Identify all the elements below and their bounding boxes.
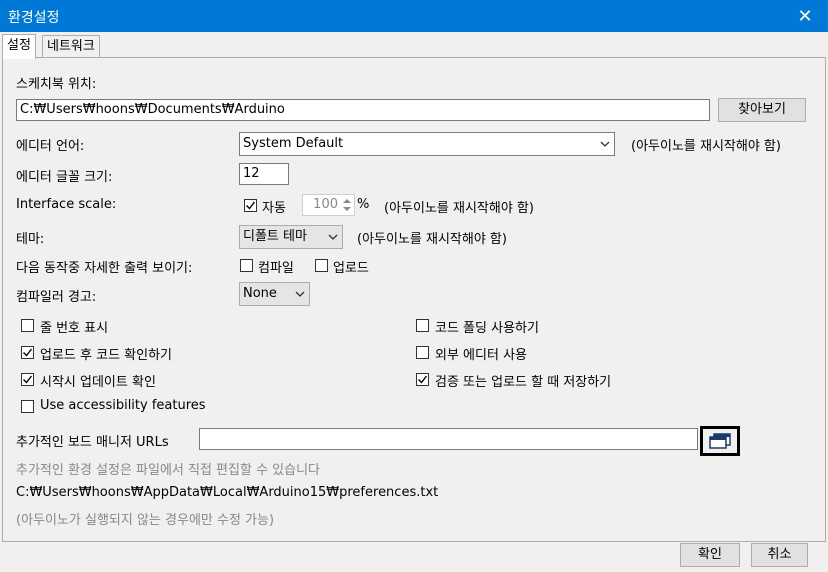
checkmark-icon: [246, 201, 256, 210]
line-numbers-label: 줄 번호 표시: [40, 321, 109, 336]
close-icon: ✕: [797, 5, 813, 27]
external-editor-checkbox[interactable]: [416, 346, 429, 359]
editor-language-note: (아두이노를 재시작해야 함): [631, 139, 781, 154]
save-on-verify-label: 검증 또는 업로드 할 때 저장하기: [435, 375, 612, 390]
line-numbers-checkbox[interactable]: [21, 319, 34, 332]
check-updates-label: 시작시 업데이트 확인: [40, 375, 156, 390]
accessibility-label: Use accessibility features: [40, 398, 206, 413]
chevron-down-icon: [328, 234, 338, 240]
compiler-warnings-label: 컴파일러 경고:: [16, 290, 97, 305]
scale-spinner[interactable]: 100: [302, 194, 355, 216]
verify-after-upload-checkbox[interactable]: [21, 346, 34, 359]
code-folding-label: 코드 폴딩 사용하기: [435, 321, 539, 336]
check-updates-checkbox[interactable]: [21, 373, 34, 386]
editor-language-label: 에디터 언어:: [16, 139, 85, 154]
board-urls-input[interactable]: [199, 428, 698, 450]
verbose-compile-checkbox[interactable]: [240, 259, 253, 272]
edit-note: (아두이노가 실행되지 않는 경우에만 수정 가능): [16, 513, 275, 528]
spin-arrows-icon: [343, 199, 351, 211]
browse-button[interactable]: 찾아보기: [718, 98, 806, 122]
interface-scale-note: (아두이노를 재시작해야 함): [384, 201, 534, 216]
interface-scale-label: Interface scale:: [16, 197, 117, 212]
chevron-down-icon: [600, 141, 610, 147]
verbose-compile-label: 컴파일: [258, 261, 294, 276]
cancel-button[interactable]: 취소: [751, 543, 808, 567]
sketchbook-path-input[interactable]: C:₩Users₩hoons₩Documents₩Arduino: [16, 99, 710, 121]
board-urls-label: 추가적인 보드 매니저 URLs: [16, 435, 169, 450]
external-editor-label: 외부 에디터 사용: [435, 348, 527, 363]
tab-settings[interactable]: 설정: [2, 34, 36, 59]
scale-value: 100: [313, 197, 338, 212]
theme-note: (아두이노를 재시작해야 함): [357, 232, 507, 247]
editor-language-select[interactable]: System Default: [239, 132, 615, 156]
tab-network[interactable]: 네트워크: [42, 35, 100, 58]
code-folding-checkbox[interactable]: [416, 319, 429, 332]
scale-unit: %: [357, 197, 370, 212]
ok-button[interactable]: 확인: [680, 543, 740, 567]
prefs-file-path[interactable]: C:₩Users₩hoons₩AppData₩Local₩Arduino15₩p…: [16, 485, 438, 500]
theme-select[interactable]: 디폴트 테마: [239, 225, 343, 249]
compiler-warnings-select[interactable]: None: [239, 282, 310, 306]
font-size-input[interactable]: 12: [239, 163, 289, 185]
font-size-label: 에디터 글꼴 크기:: [16, 170, 113, 185]
checkmark-icon: [23, 348, 33, 357]
auto-scale-label: 자동: [262, 201, 286, 216]
verbose-upload-checkbox[interactable]: [315, 259, 328, 272]
checkmark-icon: [23, 375, 33, 384]
title-bar: 환경설정 ✕: [0, 0, 828, 32]
close-button[interactable]: ✕: [782, 0, 828, 32]
verbose-label: 다음 동작중 자세한 출력 보이기:: [16, 261, 193, 276]
theme-label: 테마:: [16, 232, 45, 247]
window-title: 환경설정: [8, 10, 60, 26]
board-urls-edit-button[interactable]: [700, 426, 740, 456]
auto-scale-checkbox[interactable]: [244, 199, 257, 212]
window-icon: [709, 433, 731, 449]
sketchbook-label: 스케치북 위치:: [16, 77, 97, 92]
verify-after-upload-label: 업로드 후 코드 확인하기: [40, 348, 172, 363]
more-prefs-hint: 추가적인 환경 설정은 파일에서 직접 편집할 수 있습니다: [16, 463, 321, 478]
verbose-upload-label: 업로드: [333, 261, 369, 276]
save-on-verify-checkbox[interactable]: [416, 373, 429, 386]
accessibility-checkbox[interactable]: [21, 400, 34, 413]
checkmark-icon: [418, 375, 428, 384]
chevron-down-icon: [295, 291, 305, 297]
